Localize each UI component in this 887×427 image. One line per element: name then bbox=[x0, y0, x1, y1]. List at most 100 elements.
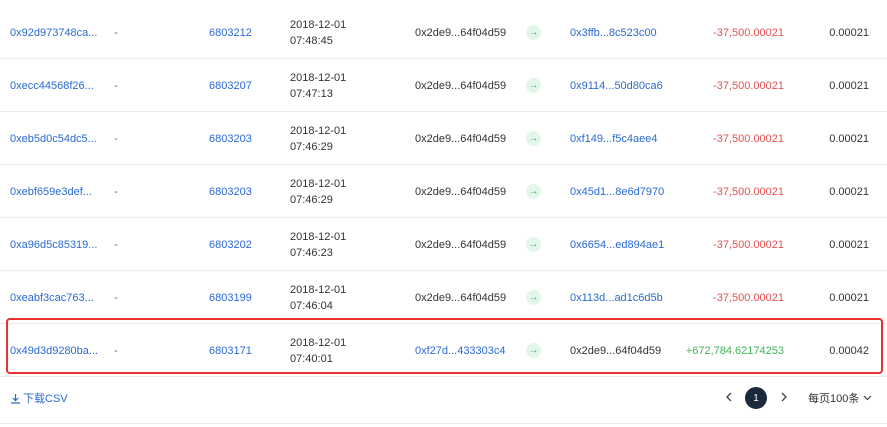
from-address[interactable]: 0xf27d...433303c4 bbox=[415, 324, 506, 377]
tx-fee: 0.00021 bbox=[829, 79, 869, 92]
transfer-direction: → bbox=[526, 59, 541, 112]
from-address: 0x2de9...64f04d59 bbox=[415, 185, 507, 198]
tx-amount: -37,500.00021 bbox=[713, 132, 784, 145]
tx-method: - bbox=[114, 344, 118, 357]
tx-timestamp: 2018-12-01 07:48:45 bbox=[290, 6, 346, 59]
tx-fee: 0.00042 bbox=[829, 344, 869, 357]
tx-timestamp: 2018-12-01 07:46:04 bbox=[290, 271, 346, 324]
tx-hash-link[interactable]: 0xeabf3cac763... bbox=[10, 271, 94, 324]
page-size-select[interactable]: 每页100条 bbox=[808, 390, 872, 406]
table-footer: 下载CSV 1 每页100条 bbox=[0, 380, 887, 416]
tx-fee: 0.00021 bbox=[829, 26, 869, 39]
footer-divider bbox=[0, 423, 887, 424]
page-size-label: 每页100条 bbox=[808, 393, 860, 405]
tx-time: 07:46:23 bbox=[290, 246, 333, 259]
table-row: 0xeabf3cac763... - 6803199 2018-12-01 07:46:… bbox=[0, 271, 887, 324]
tx-timestamp: 2018-12-01 07:46:23 bbox=[290, 218, 346, 271]
block-number-link[interactable]: 6803203 bbox=[209, 165, 252, 218]
arrow-right-icon: → bbox=[526, 78, 541, 93]
tx-hash-link[interactable]: 0xecc44568f26... bbox=[10, 59, 94, 112]
block-number-link[interactable]: 6803203 bbox=[209, 112, 252, 165]
table-row: 0xeb5d0c54dc5... - 6803203 2018-12-01 07:46:… bbox=[0, 112, 887, 165]
tx-fee: 0.00021 bbox=[829, 132, 869, 145]
to-address[interactable]: 0x113d...ad1c6d5b bbox=[570, 271, 663, 324]
tx-fee: 0.00021 bbox=[829, 185, 869, 198]
tx-date: 2018-12-01 bbox=[290, 124, 347, 137]
from-address: 0x2de9...64f04d59 bbox=[415, 291, 507, 304]
block-number-link[interactable]: 6803171 bbox=[209, 324, 252, 377]
block-number-link[interactable]: 6803207 bbox=[209, 59, 252, 112]
tx-timestamp: 2018-12-01 07:47:13 bbox=[290, 59, 346, 112]
tx-amount: -37,500.00021 bbox=[713, 238, 784, 251]
tx-method: - bbox=[114, 132, 118, 145]
tx-date: 2018-12-01 bbox=[290, 336, 347, 349]
tx-amount: -37,500.00021 bbox=[713, 185, 784, 198]
tx-hash-link[interactable]: 0x92d973748ca... bbox=[10, 6, 97, 59]
transfer-direction: → bbox=[526, 271, 541, 324]
to-address[interactable]: 0x6654...ed894ae1 bbox=[570, 218, 664, 271]
to-address[interactable]: 0xf149...f5c4aee4 bbox=[570, 112, 657, 165]
transfer-direction: → bbox=[526, 324, 541, 377]
download-csv-button[interactable]: 下载CSV bbox=[10, 390, 68, 406]
tx-date: 2018-12-01 bbox=[290, 177, 347, 190]
from-address: 0x2de9...64f04d59 bbox=[415, 79, 507, 92]
tx-method: - bbox=[114, 291, 118, 304]
arrow-right-icon: → bbox=[526, 184, 541, 199]
next-page-button[interactable] bbox=[776, 387, 792, 407]
tx-date: 2018-12-01 bbox=[290, 230, 347, 243]
transfer-direction: → bbox=[526, 6, 541, 59]
transfer-direction: → bbox=[526, 165, 541, 218]
table-row: 0xa96d5c85319... - 6803202 2018-12-01 07:46:… bbox=[0, 218, 887, 271]
arrow-right-icon: → bbox=[526, 131, 541, 146]
tx-amount: -37,500.00021 bbox=[713, 291, 784, 304]
from-address: 0x2de9...64f04d59 bbox=[415, 26, 507, 39]
tx-date: 2018-12-01 bbox=[290, 71, 347, 84]
table-row: 0x49d3d9280ba... - 6803171 2018-12-01 07:40:… bbox=[0, 324, 887, 377]
to-address: 0x2de9...64f04d59 bbox=[570, 344, 662, 357]
tx-fee: 0.00021 bbox=[829, 238, 869, 251]
tx-time: 07:40:01 bbox=[290, 352, 333, 365]
tx-timestamp: 2018-12-01 07:46:29 bbox=[290, 165, 346, 218]
tx-date: 2018-12-01 bbox=[290, 18, 347, 31]
table-row: 0x92d973748ca... - 6803212 2018-12-01 07:48:… bbox=[0, 6, 887, 59]
tx-time: 07:46:29 bbox=[290, 193, 333, 206]
from-address: 0x2de9...64f04d59 bbox=[415, 238, 507, 251]
chevron-left-icon bbox=[726, 392, 732, 402]
tx-method: - bbox=[114, 26, 118, 39]
tx-hash-link[interactable]: 0xa96d5c85319... bbox=[10, 218, 97, 271]
transfer-direction: → bbox=[526, 218, 541, 271]
tx-method: - bbox=[114, 185, 118, 198]
tx-timestamp: 2018-12-01 07:46:29 bbox=[290, 112, 346, 165]
block-number-link[interactable]: 6803212 bbox=[209, 6, 252, 59]
tx-hash-link[interactable]: 0x49d3d9280ba... bbox=[10, 324, 98, 377]
arrow-right-icon: → bbox=[526, 290, 541, 305]
tx-hash-link[interactable]: 0xebf659e3def... bbox=[10, 165, 92, 218]
tx-date: 2018-12-01 bbox=[290, 283, 347, 296]
tx-method: - bbox=[114, 79, 118, 92]
to-address[interactable]: 0x45d1...8e6d7970 bbox=[570, 165, 664, 218]
tx-fee: 0.00021 bbox=[829, 291, 869, 304]
tx-method: - bbox=[114, 238, 118, 251]
to-address[interactable]: 0x9114...50d80ca6 bbox=[570, 59, 663, 112]
chevron-right-icon bbox=[781, 392, 787, 402]
block-number-link[interactable]: 6803199 bbox=[209, 271, 252, 324]
tx-time: 07:46:29 bbox=[290, 140, 333, 153]
current-page-button[interactable]: 1 bbox=[745, 387, 767, 409]
from-address: 0x2de9...64f04d59 bbox=[415, 132, 507, 145]
block-number-link[interactable]: 6803202 bbox=[209, 218, 252, 271]
tx-timestamp: 2018-12-01 07:40:01 bbox=[290, 324, 346, 377]
arrow-right-icon: → bbox=[526, 237, 541, 252]
arrow-right-icon: → bbox=[526, 25, 541, 40]
tx-amount: -37,500.00021 bbox=[713, 26, 784, 39]
tx-amount: -37,500.00021 bbox=[713, 79, 784, 92]
chevron-down-icon bbox=[863, 395, 872, 401]
prev-page-button[interactable] bbox=[721, 387, 737, 407]
tx-time: 07:46:04 bbox=[290, 299, 333, 312]
to-address[interactable]: 0x3ffb...8c523c00 bbox=[570, 6, 657, 59]
transfer-direction: → bbox=[526, 112, 541, 165]
tx-hash-link[interactable]: 0xeb5d0c54dc5... bbox=[10, 112, 97, 165]
arrow-right-icon: → bbox=[526, 343, 541, 358]
download-icon bbox=[11, 393, 20, 404]
table-row: 0xebf659e3def... - 6803203 2018-12-01 07:46:… bbox=[0, 165, 887, 218]
table-row: 0xecc44568f26... - 6803207 2018-12-01 07:47:… bbox=[0, 59, 887, 112]
